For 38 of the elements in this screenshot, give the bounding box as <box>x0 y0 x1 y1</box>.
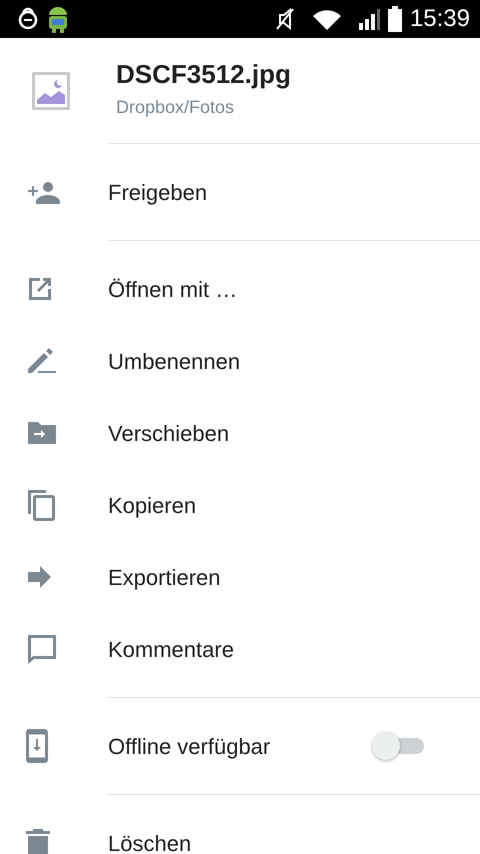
menu-item[interactable]: Löschen <box>0 807 480 854</box>
menu-label: Kommentare <box>108 636 234 664</box>
arrow-right-icon <box>26 565 52 589</box>
menu-item[interactable]: Exportieren <box>0 541 480 613</box>
menu-label: Kopieren <box>108 492 196 520</box>
file-path: Dropbox/Fotos <box>116 96 236 120</box>
toggle-switch[interactable] <box>372 730 424 762</box>
mute-icon <box>274 7 296 31</box>
menu-label: Offline verfügbar <box>108 732 270 761</box>
wifi-icon <box>312 8 342 30</box>
folder-icon <box>26 420 58 446</box>
menu-item[interactable]: Freigeben <box>0 156 480 228</box>
menu-label: Verschieben <box>108 420 230 448</box>
menu-item-toggle[interactable]: Offline verfügbar <box>0 710 480 782</box>
menu-item[interactable]: Kommentare <box>0 613 480 685</box>
clock-time: 15:39 <box>410 4 470 34</box>
comment-icon <box>26 633 58 665</box>
menu-item[interactable]: Verschieben <box>0 397 480 469</box>
app-icon <box>18 7 38 31</box>
menu-label: Öffnen mit … <box>108 276 238 304</box>
phone-download-icon <box>26 729 48 763</box>
menu-label: Umbenennen <box>108 348 240 376</box>
add-person-icon <box>26 180 60 204</box>
copy-icon <box>26 488 56 522</box>
menu-item[interactable]: Kopieren <box>0 469 480 541</box>
menu-label: Freigeben <box>108 178 208 207</box>
file-name: DSCF3512.jpg <box>116 60 291 88</box>
menu-item[interactable]: Öffnen mit … <box>0 253 480 325</box>
trash-icon <box>26 829 50 854</box>
image-file-icon <box>32 72 70 110</box>
menu-item[interactable]: Umbenennen <box>0 325 480 397</box>
battery-icon <box>388 6 402 32</box>
menu-label: Exportieren <box>108 564 221 592</box>
pencil-icon <box>26 347 58 375</box>
menu-label: Löschen <box>108 830 192 854</box>
open-external-icon <box>26 275 54 303</box>
android-icon <box>46 4 70 34</box>
signal-icon <box>358 8 380 30</box>
